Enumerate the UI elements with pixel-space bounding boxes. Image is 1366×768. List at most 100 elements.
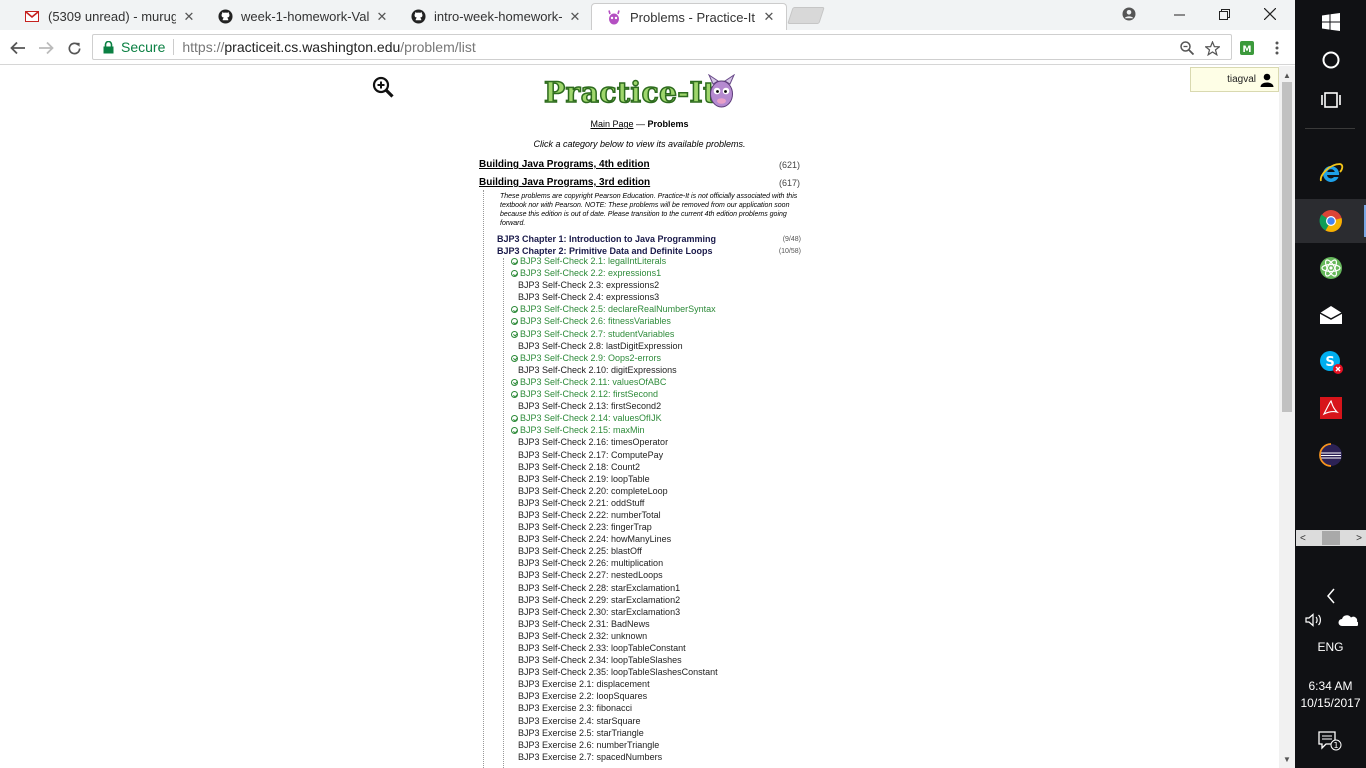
vertical-scrollbar[interactable]: ▲ ▼ <box>1279 66 1295 768</box>
chapter-link-1[interactable]: BJP3 Chapter 1: Introduction to Java Pro… <box>497 234 716 244</box>
taskbar-scrollbar[interactable]: < > <box>1296 530 1366 546</box>
problem-link[interactable]: BJP3 Self-Check 2.7: studentVariables <box>511 328 831 340</box>
problem-link[interactable]: BJP3 Self-Check 2.15: maxMin <box>511 424 831 436</box>
problem-link[interactable]: BJP3 Self-Check 2.9: Oops2-errors <box>511 352 831 364</box>
main-page-link[interactable]: Main Page <box>590 119 633 129</box>
problem-link[interactable]: BJP3 Exercise 2.2: loopSquares <box>511 690 831 702</box>
book-link-3rd-edition[interactable]: Building Java Programs, 3rd edition <box>479 177 801 188</box>
scroll-right-icon[interactable]: > <box>1356 533 1362 544</box>
user-login-box[interactable]: tiagval <box>1190 67 1279 92</box>
skype-icon[interactable]: S <box>1295 340 1366 384</box>
book-link-4th-edition[interactable]: Building Java Programs, 4th edition <box>479 159 801 170</box>
extension-icon[interactable]: M <box>1235 36 1259 60</box>
tab-gmail[interactable]: (5309 unread) - murugav ✕ <box>10 3 206 30</box>
profile-icon[interactable] <box>1106 0 1152 28</box>
problem-link[interactable]: BJP3 Self-Check 2.4: expressions3 <box>511 291 831 303</box>
problem-link[interactable]: BJP3 Exercise 2.6: numberTriangle <box>511 739 831 751</box>
problem-link[interactable]: BJP3 Exercise 2.4: starSquare <box>511 715 831 727</box>
problem-label: BJP3 Self-Check 2.31: BadNews <box>518 618 650 629</box>
restore-icon[interactable] <box>1201 0 1247 28</box>
bookmark-star-icon[interactable] <box>1203 39 1221 57</box>
scroll-down-icon[interactable]: ▼ <box>1279 752 1295 766</box>
problem-label: BJP3 Self-Check 2.11: valuesOfABC <box>520 376 667 387</box>
problem-link[interactable]: BJP3 Self-Check 2.1: legalIntLiterals <box>511 255 831 267</box>
problem-link[interactable]: BJP3 Self-Check 2.24: howManyLines <box>511 533 831 545</box>
scroll-left-icon[interactable]: < <box>1300 533 1306 544</box>
problem-link[interactable]: BJP3 Self-Check 2.34: loopTableSlashes <box>511 654 831 666</box>
back-icon[interactable] <box>6 36 30 60</box>
url-text[interactable]: https://practiceit.cs.washington.edu/pro… <box>182 39 475 55</box>
onedrive-icon[interactable] <box>1312 598 1366 642</box>
practice-it-logo[interactable]: Practice-It! <box>543 72 736 112</box>
acrobat-icon[interactable] <box>1295 386 1366 430</box>
scrollbar-thumb[interactable] <box>1282 82 1292 412</box>
problem-link[interactable]: BJP3 Self-Check 2.3: expressions2 <box>511 279 831 291</box>
task-view-icon[interactable] <box>1295 78 1366 122</box>
problem-link[interactable]: BJP3 Self-Check 2.31: BadNews <box>511 618 831 630</box>
close-window-icon[interactable] <box>1247 0 1293 28</box>
problem-label: BJP3 Exercise 2.4: starSquare <box>518 715 641 726</box>
problem-link[interactable]: BJP3 Self-Check 2.5: declareRealNumberSy… <box>511 303 831 315</box>
problem-link[interactable]: BJP3 Self-Check 2.8: lastDigitExpression <box>511 340 831 352</box>
problem-link[interactable]: BJP3 Self-Check 2.14: valuesOfIJK <box>511 412 831 424</box>
close-tab-icon[interactable]: ✕ <box>568 9 582 25</box>
action-center-icon[interactable]: 1 <box>1317 730 1343 752</box>
problem-link[interactable]: BJP3 Self-Check 2.30: starExclamation3 <box>511 606 831 618</box>
atom-icon[interactable] <box>1295 246 1366 290</box>
tab-practice-it[interactable]: Problems - Practice-It ✕ <box>591 3 787 30</box>
solved-check-icon <box>511 330 518 338</box>
forward-icon[interactable] <box>34 36 58 60</box>
system-clock[interactable]: 6:34 AM 10/15/2017 <box>1295 678 1366 712</box>
problem-link[interactable]: BJP3 Exercise 2.5: starTriangle <box>511 727 831 739</box>
scroll-up-icon[interactable]: ▲ <box>1279 68 1295 82</box>
problem-label: BJP3 Self-Check 2.15: maxMin <box>520 425 645 436</box>
problem-link[interactable]: BJP3 Self-Check 2.16: timesOperator <box>511 436 831 448</box>
internet-explorer-icon[interactable] <box>1295 152 1366 196</box>
page-zoom-icon[interactable] <box>372 76 394 98</box>
problem-link[interactable]: BJP3 Self-Check 2.22: numberTotal <box>511 509 831 521</box>
problem-link[interactable]: BJP3 Self-Check 2.26: multiplication <box>511 557 831 569</box>
problem-link[interactable]: BJP3 Self-Check 2.13: firstSecond2 <box>511 400 831 412</box>
address-bar[interactable]: Secure https://practiceit.cs.washington.… <box>92 34 1232 60</box>
scrollbar-thumb[interactable] <box>1322 531 1340 545</box>
cortana-icon[interactable] <box>1295 38 1366 82</box>
problem-label: BJP3 Self-Check 2.5: declareRealNumberSy… <box>520 304 716 315</box>
tab-github-week1[interactable]: week-1-homework-ValliT ✕ <box>203 3 399 30</box>
tab-strip: (5309 unread) - murugav ✕ week-1-homewor… <box>0 0 1295 30</box>
close-tab-icon[interactable]: ✕ <box>762 9 776 25</box>
zoom-magnifier-icon[interactable] <box>1178 39 1196 57</box>
problem-link[interactable]: BJP3 Self-Check 2.12: firstSecond <box>511 388 831 400</box>
problem-link[interactable]: BJP3 Exercise 2.7: spacedNumbers <box>511 751 831 763</box>
minimize-icon[interactable] <box>1156 0 1202 28</box>
problem-link[interactable]: BJP3 Self-Check 2.18: Count2 <box>511 461 831 473</box>
problem-link[interactable]: BJP3 Self-Check 2.32: unknown <box>511 630 831 642</box>
problem-link[interactable]: BJP3 Self-Check 2.10: digitExpressions <box>511 364 831 376</box>
problem-link[interactable]: BJP3 Self-Check 2.35: loopTableSlashesCo… <box>511 666 831 678</box>
problem-link[interactable]: BJP3 Self-Check 2.33: loopTableConstant <box>511 642 831 654</box>
problem-link[interactable]: BJP3 Self-Check 2.19: loopTable <box>511 473 831 485</box>
problem-link[interactable]: BJP3 Self-Check 2.29: starExclamation2 <box>511 594 831 606</box>
close-tab-icon[interactable]: ✕ <box>375 9 389 25</box>
close-tab-icon[interactable]: ✕ <box>182 9 196 25</box>
input-language[interactable]: ENG <box>1295 640 1366 654</box>
problem-link[interactable]: BJP3 Self-Check 2.17: ComputePay <box>511 449 831 461</box>
chrome-icon[interactable] <box>1295 199 1366 243</box>
problem-link[interactable]: BJP3 Exercise 2.3: fibonacci <box>511 702 831 714</box>
problem-link[interactable]: BJP3 Self-Check 2.6: fitnessVariables <box>511 315 831 327</box>
reload-icon[interactable] <box>62 36 86 60</box>
problem-link[interactable]: BJP3 Self-Check 2.2: expressions1 <box>511 267 831 279</box>
tab-github-intro-week[interactable]: intro-week-homework-V ✕ <box>396 3 592 30</box>
problem-link[interactable]: BJP3 Self-Check 2.25: blastOff <box>511 545 831 557</box>
new-tab-button[interactable] <box>787 7 825 24</box>
mail-icon[interactable] <box>1295 293 1366 337</box>
problem-link[interactable]: BJP3 Self-Check 2.28: starExclamation1 <box>511 582 831 594</box>
problem-link[interactable]: BJP3 Self-Check 2.27: nestedLoops <box>511 569 831 581</box>
chrome-menu-icon[interactable] <box>1265 36 1289 60</box>
problem-link[interactable]: BJP3 Self-Check 2.20: completeLoop <box>511 485 831 497</box>
problem-link[interactable]: BJP3 Self-Check 2.23: fingerTrap <box>511 521 831 533</box>
eclipse-icon[interactable] <box>1295 433 1366 477</box>
problem-link[interactable]: BJP3 Self-Check 2.11: valuesOfABC <box>511 376 831 388</box>
problem-link[interactable]: BJP3 Self-Check 2.21: oddStuff <box>511 497 831 509</box>
problem-label: BJP3 Self-Check 2.27: nestedLoops <box>518 570 663 581</box>
problem-link[interactable]: BJP3 Exercise 2.1: displacement <box>511 678 831 690</box>
